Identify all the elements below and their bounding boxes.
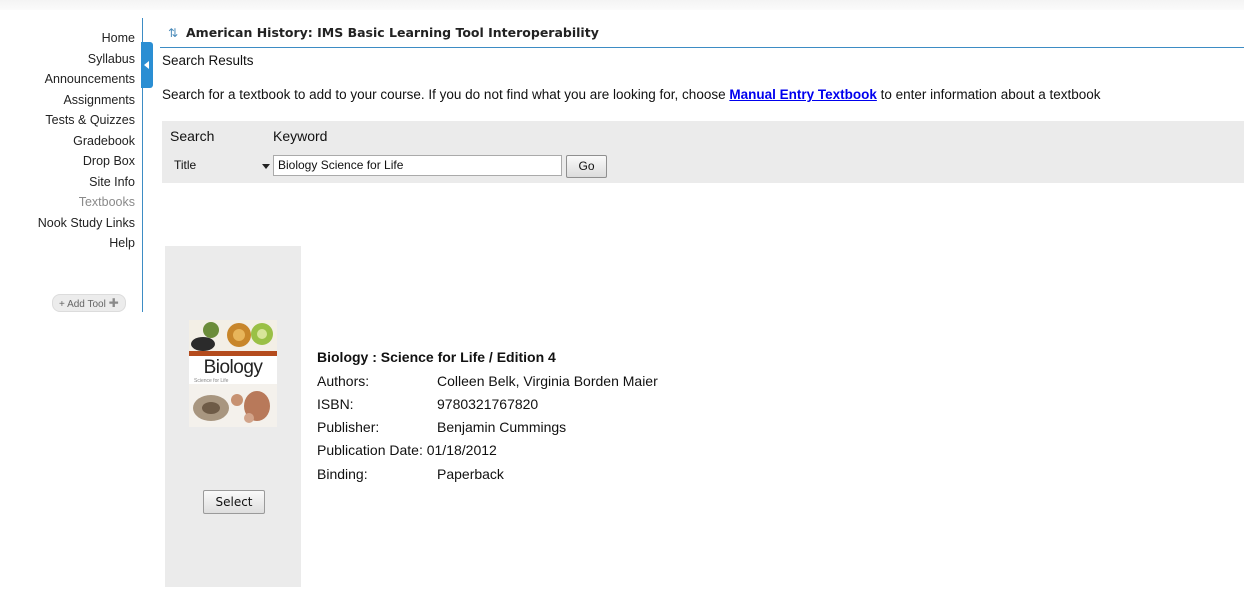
isbn-label: ISBN:: [317, 396, 354, 412]
search-panel: Search Keyword Title Biology Science for…: [162, 121, 1244, 183]
instructions: Search for a textbook to add to your cou…: [162, 87, 1101, 102]
go-button[interactable]: Go: [566, 155, 607, 178]
instructions-text-end: to enter information about a textbook: [876, 87, 1101, 102]
nav-item-announcements[interactable]: Announcements: [0, 69, 135, 90]
keyword-input[interactable]: Biology Science for Life: [273, 155, 562, 176]
tool-title-bar: ⇅ American History: IMS Basic Learning T…: [160, 20, 1244, 48]
nav-item-home[interactable]: Home: [0, 28, 135, 49]
binding-value: Paperback: [437, 466, 504, 482]
page-title: Search Results: [162, 53, 254, 68]
top-strip: [0, 0, 1244, 10]
nav-item-nook-study-links[interactable]: Nook Study Links: [0, 213, 135, 234]
meta-authors: Authors: Colleen Belk, Virginia Borden Ma…: [317, 373, 658, 389]
collapse-nav-toggle[interactable]: [141, 42, 153, 88]
binding-label: Binding:: [317, 466, 368, 482]
chevron-down-icon: [262, 164, 270, 169]
tool-menu: Home Syllabus Announcements Assignments …: [0, 28, 135, 254]
add-tool-button[interactable]: + Add Tool ✚: [52, 294, 126, 312]
nav-item-textbooks: Textbooks: [78, 195, 135, 209]
tool-title: American History: IMS Basic Learning Too…: [186, 25, 599, 40]
keyword-label: Keyword: [273, 128, 328, 144]
date-label: Publication Date:: [317, 442, 423, 458]
manual-entry-link[interactable]: Manual Entry Textbook: [729, 87, 877, 102]
search-field-select[interactable]: Title: [170, 156, 270, 175]
authors-value: Colleen Belk, Virginia Borden Maier: [437, 373, 658, 389]
nav-item-help[interactable]: Help: [0, 233, 135, 254]
book-title: Biology : Science for Life / Edition 4: [317, 349, 556, 365]
select-book-button[interactable]: Select: [203, 490, 265, 514]
meta-binding: Binding: Paperback: [317, 466, 504, 482]
nav-item-assignments[interactable]: Assignments: [0, 90, 135, 111]
chevron-left-icon: [144, 61, 149, 69]
date-value: 01/18/2012: [426, 442, 497, 458]
publisher-value: Benjamin Cummings: [437, 419, 567, 435]
instructions-text: Search for a textbook to add to your cou…: [162, 87, 730, 102]
add-tool-label: + Add Tool: [59, 299, 106, 310]
nav-item-gradebook[interactable]: Gradebook: [0, 131, 135, 152]
meta-publisher: Publisher: Benjamin Cummings: [317, 419, 566, 435]
nav-item-tests-quizzes[interactable]: Tests & Quizzes: [0, 110, 135, 131]
publisher-label: Publisher:: [317, 419, 380, 435]
nav-item-drop-box[interactable]: Drop Box: [0, 151, 135, 172]
search-label: Search: [170, 128, 215, 144]
plus-icon: ✚: [108, 296, 119, 310]
cover-subtitle: Science for Life: [194, 378, 229, 384]
authors-label: Authors:: [317, 373, 370, 389]
meta-publication-date: Publication Date: 01/18/2012: [317, 442, 497, 458]
refresh-arrows-icon[interactable]: ⇅: [168, 26, 178, 40]
cover-stripe: [189, 351, 277, 356]
nav-item-site-info[interactable]: Site Info: [0, 172, 135, 193]
search-field-value: Title: [174, 158, 197, 172]
meta-isbn: ISBN: 9780321767820: [317, 396, 538, 412]
isbn-value: 9780321767820: [437, 396, 539, 412]
nav-item-syllabus[interactable]: Syllabus: [0, 49, 135, 70]
book-cover-image[interactable]: Biology Science for Life: [189, 320, 277, 427]
cover-title: Biology: [203, 357, 263, 378]
